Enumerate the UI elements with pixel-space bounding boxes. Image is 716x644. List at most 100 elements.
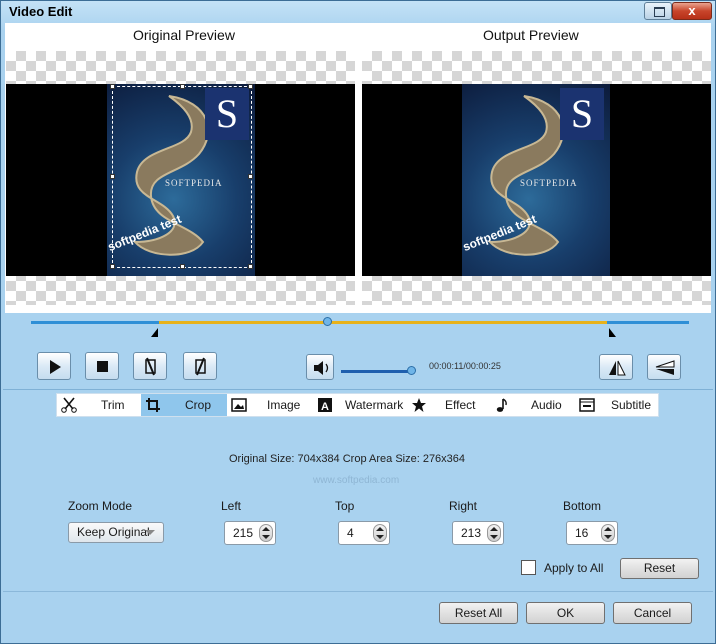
tab-audio[interactable]: Audio	[493, 394, 575, 416]
spin-up-icon	[604, 527, 612, 531]
stop-icon	[97, 361, 108, 372]
tab-subtitle[interactable]: Subtitle	[575, 394, 658, 416]
left-spinner[interactable]	[259, 524, 273, 542]
crop-handle-right[interactable]	[248, 174, 253, 179]
tab-image[interactable]: Image	[227, 394, 313, 416]
volume-knob[interactable]	[407, 366, 416, 375]
original-preview-label: Original Preview	[133, 27, 235, 43]
flip-vertical-icon	[655, 360, 675, 375]
playhead-knob[interactable]	[323, 317, 332, 326]
timeline-selection	[159, 321, 607, 324]
size-info: Original Size: 704x384 Crop Area Size: 2…	[229, 453, 466, 465]
crop-handle-top[interactable]	[180, 84, 185, 89]
subtitle-icon	[579, 398, 595, 412]
crop-handle-left[interactable]	[110, 174, 115, 179]
bottom-value: 16	[575, 526, 589, 540]
zoom-mode-label: Zoom Mode	[68, 499, 133, 513]
tab-subtitle-label: Subtitle	[611, 398, 652, 412]
scissors-icon	[61, 397, 77, 413]
spin-up-icon	[490, 527, 498, 531]
cancel-button[interactable]: Cancel	[613, 602, 692, 624]
bottom-spinner[interactable]	[601, 524, 615, 542]
speaker-icon	[314, 361, 329, 375]
right-spinner[interactable]	[487, 524, 501, 542]
timeline-slider[interactable]	[31, 317, 689, 326]
original-preview-pane[interactable]: S SOFTPEDIA softpedia test	[6, 51, 355, 305]
volume-button[interactable]	[306, 354, 334, 380]
flip-horizontal-button[interactable]	[599, 354, 633, 380]
crop-handle-bottom[interactable]	[180, 264, 185, 269]
window-title: Video Edit	[9, 4, 73, 19]
edit-tabs: Trim Crop Image A Watermark Effect Audio…	[56, 393, 659, 417]
tab-effect-label: Effect	[445, 398, 476, 412]
right-value: 213	[461, 526, 482, 540]
tab-watermark-label: Watermark	[345, 398, 404, 412]
left-label: Left	[221, 499, 242, 513]
crop-handle-top-right[interactable]	[248, 84, 253, 89]
poster-logo: S	[560, 88, 604, 140]
play-button[interactable]	[37, 352, 71, 380]
trim-start-marker[interactable]	[151, 328, 158, 337]
spin-down-icon	[604, 535, 612, 539]
spin-down-icon	[490, 535, 498, 539]
output-video-frame: S SOFTPEDIA softpedia test	[362, 84, 711, 276]
play-icon	[50, 360, 61, 374]
preview-area: Original Preview Output Preview S SOFTPE…	[5, 23, 711, 313]
video-edit-window: Video Edit x Original Preview Output Pre…	[0, 0, 716, 644]
output-video-image: S SOFTPEDIA softpedia test	[462, 84, 610, 276]
zoom-mode-select[interactable]: Keep Original	[68, 522, 164, 543]
spin-down-icon	[376, 535, 384, 539]
stop-button[interactable]	[85, 352, 119, 380]
left-value: 215	[233, 526, 254, 540]
flip-horizontal-icon	[609, 360, 626, 376]
crop-handle-bottom-right[interactable]	[248, 264, 253, 269]
crop-handle-bottom-left[interactable]	[110, 264, 115, 269]
mark-out-icon	[195, 357, 206, 376]
bottom-input[interactable]: 16	[566, 521, 618, 545]
maximize-button[interactable]	[644, 2, 672, 20]
spin-up-icon	[376, 527, 384, 531]
crop-icon	[146, 398, 160, 412]
top-spinner[interactable]	[373, 524, 387, 542]
crop-handle-top-left[interactable]	[110, 84, 115, 89]
spin-up-icon	[262, 527, 270, 531]
tab-effect[interactable]: Effect	[411, 394, 493, 416]
watermark-text: www.softpedia.com	[313, 475, 400, 486]
top-label: Top	[335, 499, 355, 513]
ok-button[interactable]: OK	[526, 602, 605, 624]
chevron-down-icon	[145, 530, 155, 535]
reset-all-button[interactable]: Reset All	[439, 602, 518, 624]
flip-vertical-button[interactable]	[647, 354, 681, 380]
poster-brand: SOFTPEDIA	[520, 178, 578, 188]
set-end-button[interactable]	[183, 352, 217, 380]
timecode: 00:00:11/00:00:25	[429, 361, 501, 371]
right-input[interactable]: 213	[452, 521, 504, 545]
star-icon	[412, 398, 426, 412]
volume-slider[interactable]	[341, 370, 413, 373]
original-video-frame: S SOFTPEDIA softpedia test	[6, 84, 355, 276]
apply-to-all-checkbox[interactable]	[521, 560, 536, 575]
reset-button[interactable]: Reset	[620, 558, 699, 579]
watermark-icon: A	[318, 398, 332, 413]
tab-watermark[interactable]: A Watermark	[313, 394, 411, 416]
crop-selection-frame[interactable]	[110, 84, 253, 269]
close-icon: x	[688, 3, 696, 18]
tab-trim[interactable]: Trim	[57, 394, 141, 416]
image-icon	[231, 398, 247, 412]
left-input[interactable]: 215	[224, 521, 276, 545]
zoom-mode-value: Keep Original	[77, 525, 150, 539]
set-start-button[interactable]	[133, 352, 167, 380]
close-button[interactable]: x	[672, 2, 712, 20]
tab-image-label: Image	[267, 398, 301, 412]
tab-crop[interactable]: Crop	[141, 394, 227, 416]
apply-to-all-label[interactable]: Apply to All	[544, 561, 603, 575]
bottom-label: Bottom	[563, 499, 602, 513]
tab-audio-label: Audio	[531, 398, 562, 412]
trim-end-marker[interactable]	[609, 328, 616, 337]
mark-in-icon	[145, 357, 156, 376]
title-bar[interactable]: Video Edit x	[1, 1, 715, 23]
tab-crop-label: Crop	[185, 398, 212, 412]
top-value: 4	[347, 526, 354, 540]
svg-text:A: A	[321, 401, 329, 413]
top-input[interactable]: 4	[338, 521, 390, 545]
